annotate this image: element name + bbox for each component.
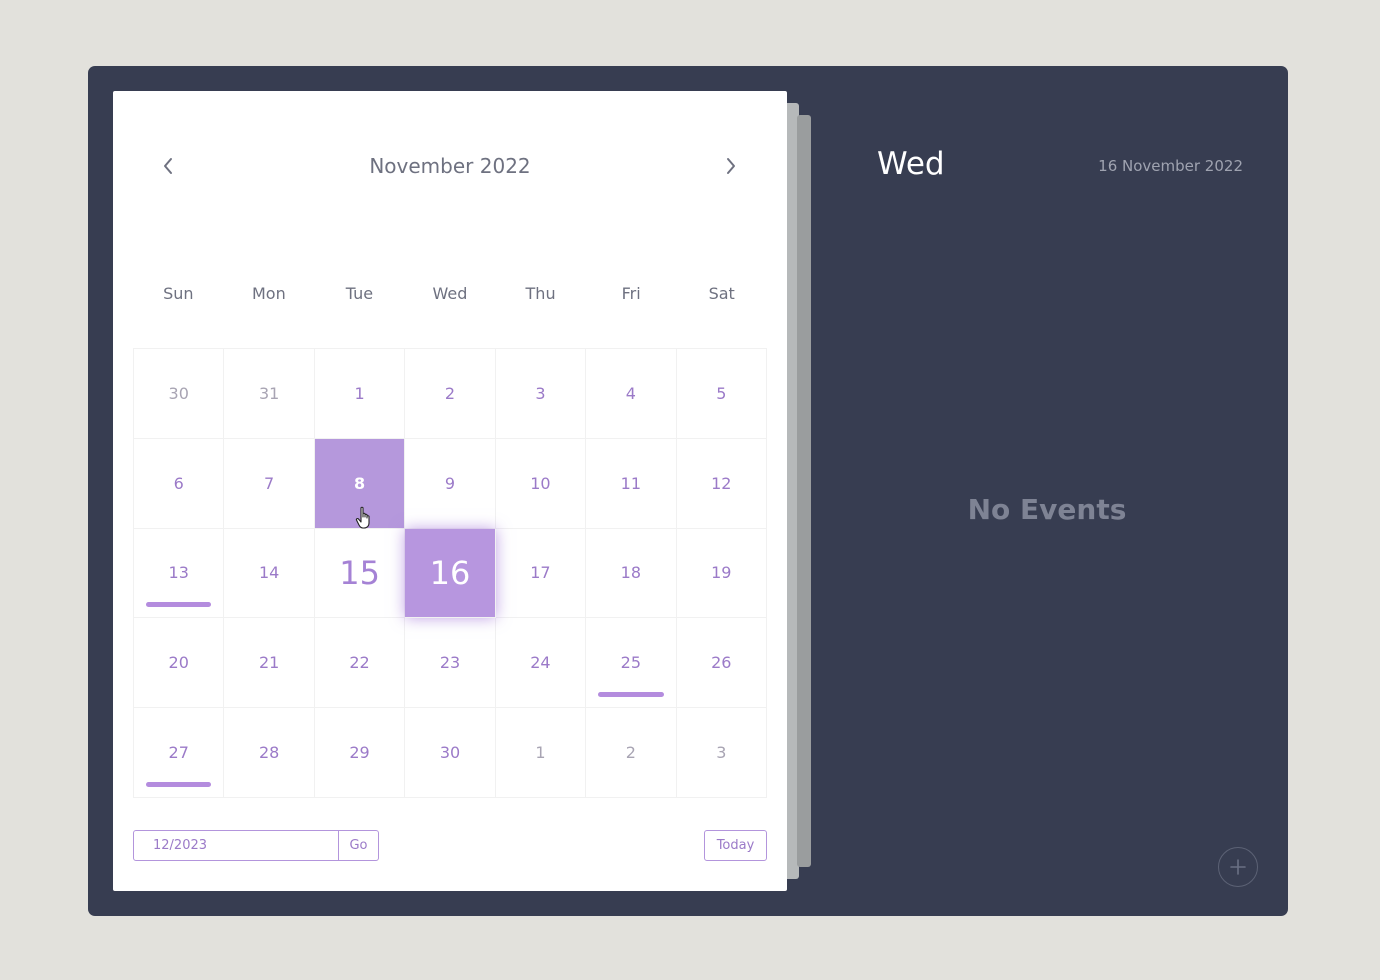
weekday-label: Sun (163, 284, 194, 303)
chevron-right-icon (727, 158, 735, 174)
day-number: 25 (620, 653, 642, 673)
event-indicator (598, 692, 664, 698)
day-cell[interactable]: 23 (405, 618, 496, 709)
day-cell-selected[interactable]: 16 (405, 528, 496, 619)
day-cell[interactable]: 17 (495, 528, 587, 619)
day-cell[interactable]: 22 (314, 618, 406, 709)
day-cell[interactable]: 10 (495, 438, 587, 529)
day-cell-other-month[interactable]: 3 (676, 708, 767, 798)
day-cell[interactable]: 19 (676, 528, 767, 619)
day-cell[interactable]: 5 (676, 349, 767, 439)
day-cell[interactable]: 20 (134, 618, 225, 709)
weekday-label: Tue (345, 284, 374, 303)
day-cell[interactable]: 12 (676, 438, 767, 529)
day-cell[interactable]: 26 (676, 618, 767, 709)
selected-day-name: Wed (877, 146, 945, 182)
day-cell-with-event[interactable]: 13 (134, 528, 225, 619)
day-cell[interactable]: 28 (224, 708, 315, 798)
add-event-button[interactable] (1218, 847, 1258, 887)
day-cell[interactable]: 2 (405, 349, 496, 439)
page-stack-shadow-back (797, 115, 811, 867)
day-number: 13 (168, 563, 189, 583)
day-cell[interactable]: 24 (495, 618, 587, 709)
day-cell[interactable]: 29 (314, 708, 406, 798)
day-cell-other-month[interactable]: 2 (586, 708, 677, 798)
day-cell[interactable]: 11 (586, 438, 677, 529)
weekday-header: Sun Mon Tue Wed Thu Fri Sat (133, 284, 767, 303)
day-cell[interactable]: 9 (405, 438, 496, 529)
no-events-message: No Events (967, 493, 1127, 526)
day-cell[interactable]: 3 (495, 349, 587, 439)
plus-icon (1230, 859, 1246, 875)
day-cell[interactable]: 21 (224, 618, 315, 709)
month-year-input[interactable] (133, 830, 339, 861)
day-cell-other-month[interactable]: 1 (495, 708, 587, 798)
day-number: 27 (168, 743, 189, 763)
weekday-label: Sat (708, 284, 735, 303)
day-cell-with-event[interactable]: 27 (134, 708, 225, 798)
day-cell-other-month[interactable]: 31 (224, 349, 315, 439)
day-cell[interactable]: 30 (405, 708, 496, 798)
day-cell[interactable]: 7 (224, 438, 315, 529)
chevron-left-icon (164, 158, 172, 174)
prev-month-button[interactable] (156, 152, 180, 180)
weekday-label: Thu (525, 284, 556, 303)
day-cell-other-month[interactable]: 30 (134, 349, 225, 439)
day-cell-today[interactable]: 15 (314, 528, 406, 619)
day-cell[interactable]: 4 (586, 349, 677, 439)
day-cell-with-event[interactable]: 25 (586, 618, 677, 709)
go-button[interactable]: Go (338, 830, 379, 861)
event-indicator (146, 782, 212, 787)
month-title: November 2022 (369, 154, 531, 178)
day-cell[interactable]: 18 (586, 528, 677, 619)
weekday-label: Wed (432, 284, 468, 303)
today-button[interactable]: Today (704, 830, 767, 861)
selected-full-date: 16 November 2022 (1098, 157, 1243, 175)
weekday-label: Fri (621, 284, 641, 303)
day-cell[interactable]: 1 (314, 349, 406, 439)
day-grid: 30 31 1 2 3 4 5 6 7 8 9 10 11 12 13 14 1… (133, 348, 767, 798)
event-indicator (146, 602, 212, 608)
hand-cursor-icon (355, 506, 370, 529)
weekday-label: Mon (251, 284, 286, 303)
day-cell[interactable]: 14 (224, 528, 315, 619)
next-month-button[interactable] (719, 152, 743, 180)
day-cell[interactable]: 6 (134, 438, 225, 529)
